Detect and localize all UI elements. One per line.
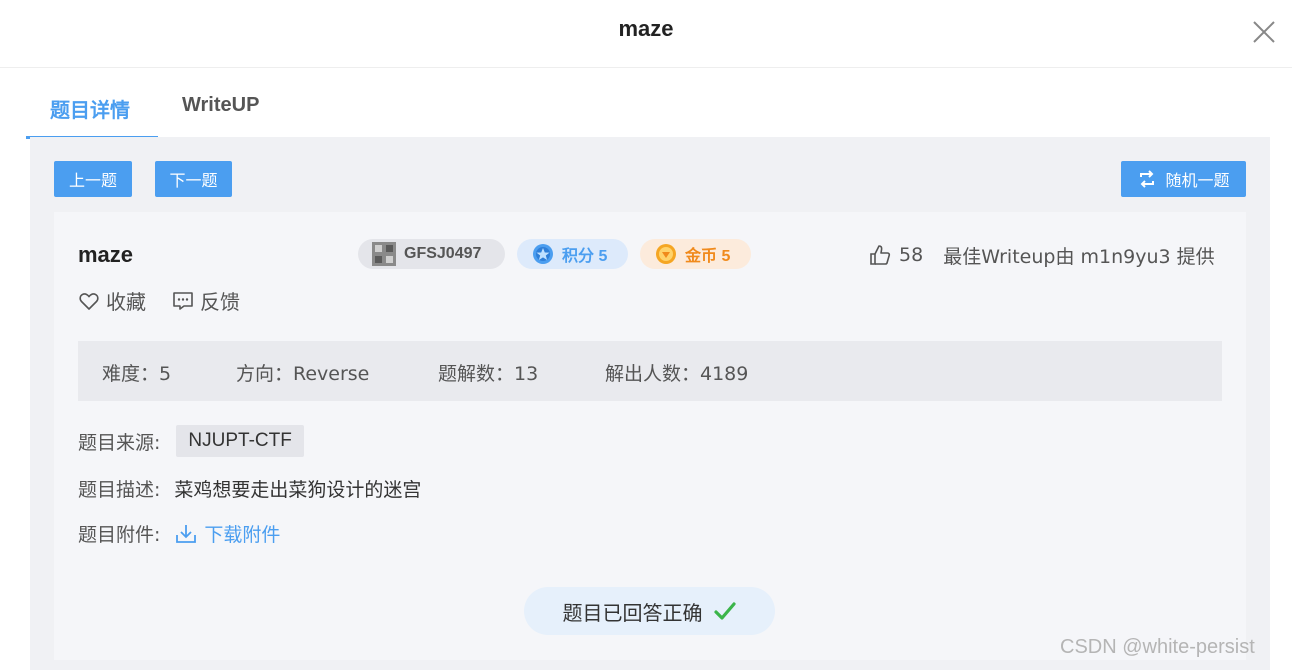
solved-text: 题目已回答正确 [562, 600, 703, 625]
description-row: 题目描述: 菜鸡想要走出菜狗设计的迷宫 [78, 475, 421, 502]
avatar-icon [372, 242, 396, 266]
star-icon [533, 244, 553, 264]
prev-question-button[interactable]: 上一题 [54, 161, 132, 197]
random-question-label: 随机一题 [1165, 171, 1230, 190]
download-attachment-link[interactable]: 下载附件 [174, 520, 280, 547]
random-question-button[interactable]: 随机一题 [1121, 161, 1246, 197]
heart-icon [79, 292, 99, 310]
tab-writeup[interactable]: WriteUP [182, 94, 259, 117]
attachment-label: 题目附件: [78, 524, 161, 546]
challenge-card: maze GFSJ0497 积分 5 金币 5 58 最佳Writeup由 m1… [54, 212, 1246, 660]
source-tag: NJUPT-CTF [176, 425, 304, 457]
tab-details[interactable]: 题目详情 [50, 94, 130, 123]
stat-category: 方向：Reverse [236, 363, 370, 385]
challenge-id: GFSJ0497 [404, 245, 482, 262]
best-writeup-text: 最佳Writeup由 m1n9yu3 提供 [943, 245, 1215, 268]
watermark-text: CSDN @white-persist [1060, 636, 1255, 658]
description-label: 题目描述: [78, 479, 161, 501]
source-label: 题目来源: [78, 431, 161, 454]
likes-count: 58 [899, 244, 924, 266]
favorite-label: 收藏 [106, 290, 146, 314]
stat-solver-count: 解出人数：4189 [605, 363, 749, 385]
coin-badge: 金币 5 [640, 239, 751, 269]
close-icon[interactable] [1250, 18, 1278, 46]
coin-label: 金币 5 [685, 248, 731, 265]
coin-icon [656, 244, 676, 264]
challenge-name: maze [78, 242, 134, 267]
score-badge: 积分 5 [517, 239, 628, 269]
solved-status: 题目已回答正确 [524, 587, 775, 635]
description-text: 菜鸡想要走出菜狗设计的迷宫 [174, 479, 422, 501]
dialog-title: maze [618, 16, 674, 41]
thumbs-up-icon[interactable] [869, 244, 891, 266]
checkmark-icon [713, 602, 736, 620]
stat-writeup-count: 题解数：13 [438, 363, 539, 385]
feedback-label: 反馈 [200, 290, 240, 314]
download-icon [176, 524, 197, 543]
favorite-button[interactable]: 收藏 [78, 286, 146, 315]
likes-info: 58 最佳Writeup由 m1n9yu3 提供 [869, 240, 1215, 270]
score-label: 积分 5 [562, 248, 608, 265]
comment-icon [173, 291, 193, 310]
next-question-button[interactable]: 下一题 [155, 161, 232, 197]
download-label: 下载附件 [204, 524, 281, 546]
attachment-row: 题目附件: 下载附件 [78, 520, 280, 547]
challenge-id-badge: GFSJ0497 [358, 239, 505, 269]
source-row: 题目来源: NJUPT-CTF [78, 425, 304, 457]
stats-bar: 难度：5 方向：Reverse 题解数：13 解出人数：4189 [78, 341, 1222, 401]
stat-difficulty: 难度：5 [102, 363, 172, 385]
feedback-button[interactable]: 反馈 [172, 286, 240, 315]
dialog-header: maze [0, 0, 1292, 68]
shuffle-icon [1140, 170, 1155, 188]
content-panel: 上一题 下一题 随机一题 maze GFSJ0497 积分 5 金币 5 58 … [30, 137, 1270, 670]
action-bar: 收藏 反馈 [78, 286, 240, 315]
